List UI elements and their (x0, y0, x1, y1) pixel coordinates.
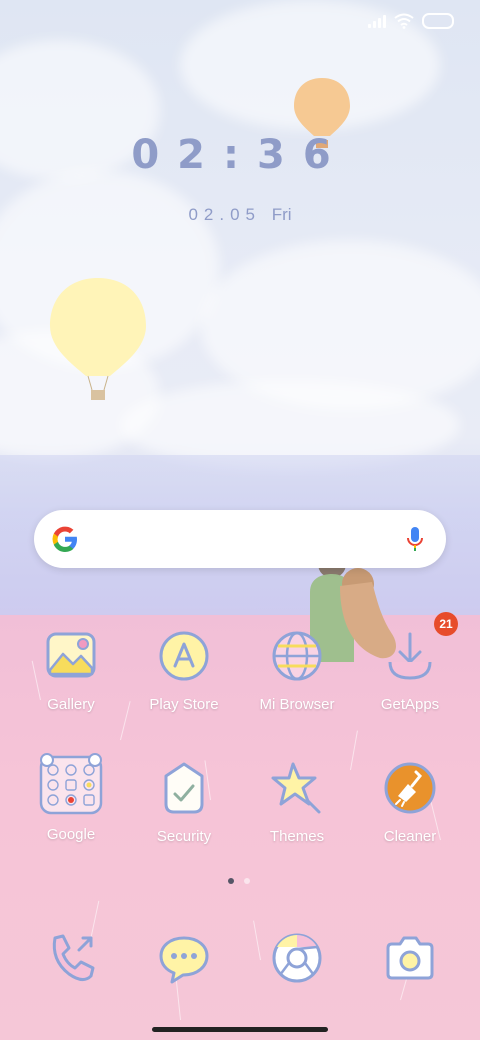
phone-icon (52, 934, 95, 981)
cleaner-icon (384, 762, 436, 814)
balloon-yellow (50, 278, 146, 400)
app-label: Gallery (47, 696, 95, 713)
app-play-store[interactable]: Play Store (129, 628, 239, 713)
clock-date[interactable]: 02.05 Fri (0, 205, 480, 225)
browser-icon (272, 631, 322, 681)
app-gallery[interactable]: Gallery (16, 628, 126, 713)
app-themes[interactable]: Themes (242, 760, 352, 845)
google-g-icon (52, 526, 77, 552)
folder-google[interactable]: Google (16, 753, 126, 843)
wifi-icon (394, 13, 414, 29)
app-label: Cleaner (383, 828, 437, 845)
gallery-icon (46, 632, 96, 678)
weekday-text: Fri (271, 205, 292, 224)
page-indicator[interactable] (228, 878, 250, 884)
dock-phone[interactable] (43, 930, 99, 991)
app-cleaner[interactable]: Cleaner (355, 760, 465, 845)
themes-icon (271, 762, 321, 814)
folder-icon (39, 753, 103, 815)
app-getapps[interactable]: 21 GetApps (355, 612, 465, 713)
app-label: Security (156, 828, 212, 845)
status-bar (368, 10, 454, 32)
app-label: GetApps (380, 696, 440, 713)
dock-messages[interactable] (156, 930, 212, 991)
dock-camera[interactable] (382, 930, 438, 991)
getapps-icon (388, 632, 432, 680)
google-search-bar[interactable] (34, 510, 446, 568)
clock-time[interactable]: 02:36 (0, 132, 480, 178)
page-dot-active (228, 878, 234, 884)
date-text: 02.05 (188, 205, 261, 224)
app-label: Themes (269, 828, 325, 845)
camera-icon (386, 936, 434, 980)
battery-icon (422, 13, 454, 29)
page-dot (244, 878, 250, 884)
app-label: Mi Browser (259, 696, 335, 713)
app-label: Play Store (149, 696, 219, 713)
home-indicator[interactable] (152, 1027, 328, 1032)
play-store-icon (159, 631, 209, 681)
chrome-icon (272, 933, 322, 983)
mic-icon[interactable] (406, 526, 424, 552)
notification-badge: 21 (434, 612, 458, 636)
app-security[interactable]: Security (129, 760, 239, 845)
dock-chrome[interactable] (269, 930, 325, 991)
signal-icon (368, 14, 386, 28)
security-icon (164, 762, 204, 814)
app-label: Google (46, 826, 96, 843)
messages-icon (159, 936, 209, 984)
app-mi-browser[interactable]: Mi Browser (242, 628, 352, 713)
